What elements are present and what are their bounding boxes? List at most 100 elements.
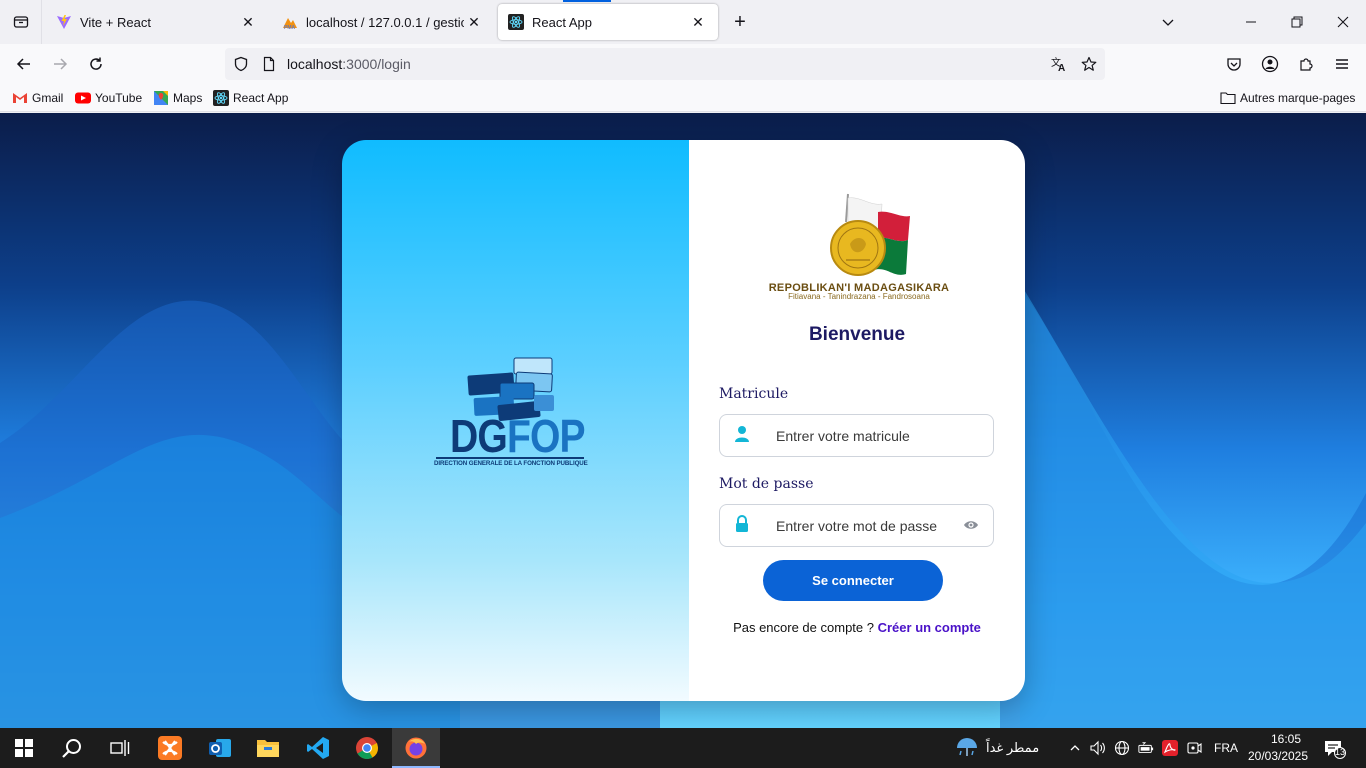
outlook-app[interactable] bbox=[196, 728, 244, 768]
vscode-icon bbox=[307, 737, 329, 759]
signup-prompt-text: Pas encore de compte ? bbox=[733, 620, 874, 635]
bookmark-label: YouTube bbox=[95, 91, 143, 105]
page-info-icon[interactable] bbox=[255, 50, 283, 78]
windows-logo-icon bbox=[15, 739, 33, 757]
weather-rain-icon[interactable] bbox=[955, 736, 979, 760]
tab-title: Vite + React bbox=[80, 14, 151, 30]
bookmark-maps[interactable]: Maps bbox=[153, 89, 202, 107]
other-bookmarks-folder[interactable]: Autres marque-pages bbox=[1220, 89, 1355, 107]
vscode-app[interactable] bbox=[294, 728, 342, 768]
bookmark-star-icon[interactable] bbox=[1075, 50, 1103, 78]
url-path: :3000/login bbox=[342, 56, 411, 72]
pocket-button[interactable] bbox=[1220, 50, 1248, 78]
brand-panel: DGFOP DIRECTION GENERALE DE LA FONCTION … bbox=[342, 140, 689, 701]
reload-button[interactable] bbox=[82, 50, 110, 78]
react-icon bbox=[508, 14, 524, 30]
dgfop-underline bbox=[436, 457, 584, 459]
tab-phpmyadmin[interactable]: PMA localhost / 127.0.0.1 / gestion_f ✕ bbox=[272, 4, 494, 40]
task-view-icon bbox=[110, 740, 130, 756]
forward-arrow-icon bbox=[54, 58, 68, 70]
xampp-icon bbox=[158, 736, 182, 760]
folder-icon bbox=[1220, 90, 1236, 106]
acrobat-icon[interactable] bbox=[1162, 740, 1178, 756]
close-window-button[interactable] bbox=[1320, 0, 1366, 44]
back-arrow-icon bbox=[16, 58, 30, 70]
tab-vite-react[interactable]: Vite + React ✕ bbox=[46, 4, 268, 40]
close-tab-icon[interactable]: ✕ bbox=[238, 12, 258, 32]
file-explorer-app[interactable] bbox=[244, 728, 292, 768]
input-language-indicator[interactable]: FRA bbox=[1214, 741, 1238, 755]
list-all-tabs-button[interactable] bbox=[0, 0, 42, 44]
notification-count-badge: 13 bbox=[1334, 747, 1345, 757]
account-button[interactable] bbox=[1256, 50, 1284, 78]
restore-window-button[interactable] bbox=[1274, 0, 1320, 44]
show-hidden-icons-chevron-icon[interactable] bbox=[1067, 740, 1083, 756]
battery-icon[interactable] bbox=[1138, 740, 1154, 756]
welcome-heading: Bienvenue bbox=[808, 324, 906, 345]
volume-icon[interactable] bbox=[1090, 740, 1106, 756]
navigation-toolbar: localhost:3000/login 文A bbox=[0, 44, 1366, 84]
app-menu-button[interactable] bbox=[1328, 50, 1356, 78]
password-placeholder: Entrer votre mot de passe bbox=[776, 518, 938, 534]
extensions-button[interactable] bbox=[1292, 50, 1320, 78]
minimize-window-button[interactable] bbox=[1228, 0, 1274, 44]
close-tab-icon[interactable]: ✕ bbox=[464, 12, 484, 32]
weather-text[interactable]: ممطر غداً bbox=[986, 740, 1039, 756]
tab-list-icon bbox=[13, 16, 28, 28]
login-form-panel: REPOBLIKAN'I MADAGASIKARA Fitiavana - Ta… bbox=[689, 140, 1025, 701]
puzzle-piece-icon bbox=[1300, 58, 1313, 71]
show-password-eye-icon[interactable] bbox=[963, 517, 979, 533]
create-account-link[interactable]: Créer un compte bbox=[878, 620, 981, 635]
login-card: DGFOP DIRECTION GENERALE DE LA FONCTION … bbox=[342, 140, 1025, 701]
chrome-app[interactable] bbox=[343, 728, 391, 768]
svg-text:A: A bbox=[1058, 63, 1065, 73]
bookmarks-toolbar: Gmail YouTube Maps React App Autres marq… bbox=[0, 84, 1366, 112]
dgfop-wordmark-fop: FOP bbox=[506, 410, 586, 462]
xampp-app[interactable] bbox=[146, 728, 194, 768]
hamburger-menu-icon bbox=[1336, 59, 1348, 69]
address-bar[interactable]: localhost:3000/login 文A bbox=[225, 48, 1105, 80]
close-tab-icon[interactable]: ✕ bbox=[688, 12, 708, 32]
firefox-app[interactable] bbox=[392, 728, 440, 768]
translate-icon[interactable]: 文A bbox=[1045, 50, 1073, 78]
dgfop-wordmark: DGFOP bbox=[450, 410, 586, 462]
youtube-icon bbox=[75, 90, 91, 106]
svg-text:PMA: PMA bbox=[284, 25, 296, 30]
start-button[interactable] bbox=[0, 728, 48, 768]
clock-date[interactable]: 20/03/2025 bbox=[1246, 749, 1310, 763]
url-text[interactable]: localhost:3000/login bbox=[287, 56, 1045, 72]
forward-button[interactable] bbox=[46, 50, 74, 78]
search-button[interactable] bbox=[48, 728, 96, 768]
tab-overflow-chevron-icon[interactable] bbox=[1145, 0, 1191, 44]
login-button[interactable]: Se connecter bbox=[763, 560, 943, 601]
screen-share-icon[interactable] bbox=[1186, 740, 1202, 756]
folder-icon bbox=[257, 740, 279, 757]
bookmark-youtube[interactable]: YouTube bbox=[75, 89, 142, 107]
clock-time[interactable]: 16:05 bbox=[1264, 732, 1308, 746]
bookmark-gmail[interactable]: Gmail bbox=[12, 89, 63, 107]
matricule-label: Matricule bbox=[719, 386, 789, 402]
other-bookmarks-label: Autres marque-pages bbox=[1240, 91, 1356, 105]
bookmark-label: React App bbox=[233, 91, 289, 105]
tab-title: localhost / 127.0.0.1 / gestion_f bbox=[306, 14, 464, 30]
user-icon bbox=[735, 426, 749, 442]
matricule-field[interactable]: Entrer votre matricule bbox=[719, 414, 994, 457]
network-globe-icon[interactable] bbox=[1114, 740, 1130, 756]
tab-loading-indicator bbox=[563, 0, 611, 2]
task-view-button[interactable] bbox=[96, 728, 144, 768]
outlook-icon bbox=[209, 739, 231, 757]
bookmark-react-app[interactable]: React App bbox=[213, 89, 288, 107]
tracking-protection-shield-icon[interactable] bbox=[227, 50, 255, 78]
url-host: localhost bbox=[287, 56, 343, 72]
lock-icon bbox=[736, 515, 748, 532]
windows-taskbar: ممطر غداً FRA 16:05 20/03/2025 13 bbox=[0, 728, 1366, 768]
react-icon bbox=[213, 90, 229, 106]
search-icon bbox=[62, 739, 81, 758]
vite-icon bbox=[56, 14, 72, 30]
password-field[interactable]: Entrer votre mot de passe bbox=[719, 504, 994, 547]
back-button[interactable] bbox=[10, 50, 38, 78]
bookmark-label: Maps bbox=[173, 91, 203, 105]
tab-react-app[interactable]: React App ✕ bbox=[498, 4, 718, 40]
new-tab-button[interactable]: + bbox=[728, 10, 752, 34]
browser-tab-strip: Vite + React ✕ PMA localhost / 127.0.0.1… bbox=[0, 0, 1366, 44]
